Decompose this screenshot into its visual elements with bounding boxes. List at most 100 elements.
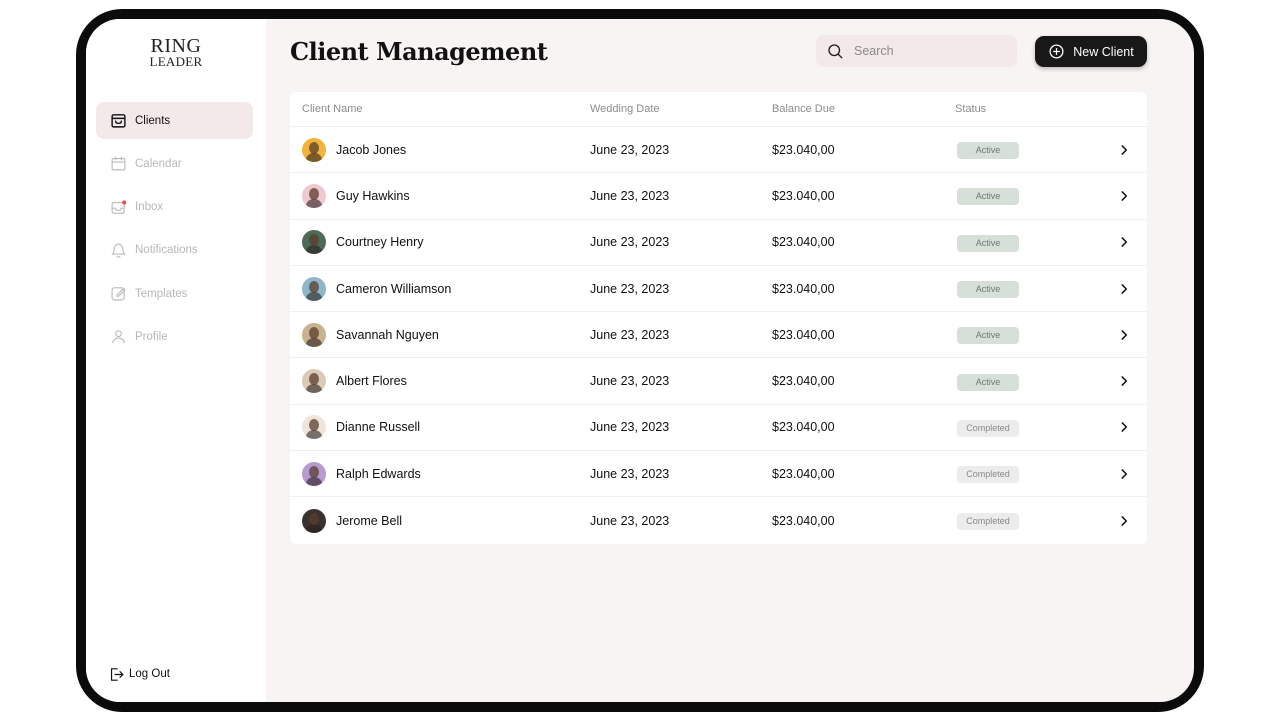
page-title: Client Management (290, 37, 548, 66)
sidebar-item-label: Clients (135, 114, 171, 127)
wedding-date: June 23, 2023 (590, 281, 670, 296)
status-badge: Completed (957, 513, 1019, 531)
column-header-wedding-date: Wedding Date (590, 103, 660, 115)
sidebar-item-label: Inbox (135, 201, 164, 214)
avatar (302, 276, 326, 301)
client-name-cell: Ralph Edwards (290, 461, 590, 486)
wedding-date: June 23, 2023 (590, 235, 670, 250)
inbox-icon (109, 198, 127, 216)
balance-due: $23.040,00 (772, 374, 835, 389)
sidebar-item-templates[interactable]: Templates (96, 275, 253, 312)
logout-icon (107, 665, 125, 683)
status-cell: Active (955, 233, 1105, 252)
table-row[interactable]: Cameron Williamson June 23, 2023 $23.040… (290, 266, 1147, 313)
status-cell: Active (955, 186, 1105, 206)
table-row[interactable]: Dianne Russell June 23, 2023 $23.040,00 … (290, 405, 1147, 452)
client-name: Guy Hawkins (336, 188, 410, 203)
wedding-date: June 23, 2023 (590, 188, 670, 203)
sidebar-item-label: Calendar (135, 157, 182, 170)
client-name-cell: Jerome Bell (290, 508, 590, 533)
table-row[interactable]: Guy Hawkins June 23, 2023 $23.040,00 Act… (290, 173, 1147, 220)
logout-label: Log Out (129, 668, 170, 680)
app-screen: RING LEADER Clients Calendar Inbox Notif… (86, 19, 1194, 702)
table-body: Jacob Jones June 23, 2023 $23.040,00 Act… (290, 127, 1147, 544)
chevron-right-icon[interactable] (1117, 189, 1131, 203)
chevron-right-icon[interactable] (1117, 420, 1131, 434)
client-name-cell: Savannah Nguyen (290, 322, 590, 347)
sidebar: RING LEADER Clients Calendar Inbox Notif… (86, 19, 266, 702)
sidebar-item-inbox[interactable]: Inbox (96, 189, 253, 226)
sidebar-item-profile[interactable]: Profile (96, 318, 253, 355)
status-cell: Active (955, 140, 1105, 160)
sidebar-item-label: Profile (135, 330, 168, 343)
client-name: Dianne Russell (336, 420, 421, 435)
status-badge: Active (957, 373, 1019, 391)
client-name: Courtney Henry (336, 235, 424, 250)
balance-due: $23.040,00 (772, 142, 835, 157)
new-client-button[interactable]: New Client (1035, 36, 1147, 67)
client-name: Cameron Williamson (336, 281, 452, 296)
balance-due: $23.040,00 (772, 466, 835, 481)
status-badge: Completed (957, 419, 1019, 437)
avatar (302, 415, 326, 440)
bell-icon (109, 241, 127, 259)
sidebar-item-label: Templates (135, 287, 188, 300)
avatar (302, 322, 326, 347)
client-name: Albert Flores (336, 374, 407, 389)
wedding-date: June 23, 2023 (590, 327, 670, 342)
wedding-date: June 23, 2023 (590, 466, 670, 481)
logo-line-1: RING (150, 35, 202, 57)
balance-due: $23.040,00 (772, 281, 835, 296)
chevron-right-icon[interactable] (1117, 143, 1131, 157)
client-name-cell: Albert Flores (290, 369, 590, 394)
avatar (302, 369, 326, 394)
client-name-cell: Courtney Henry (290, 230, 590, 255)
table-row[interactable]: Courtney Henry June 23, 2023 $23.040,00 … (290, 220, 1147, 266)
chevron-right-icon[interactable] (1117, 514, 1131, 528)
client-name: Jerome Bell (336, 513, 402, 528)
status-cell: Active (955, 325, 1105, 345)
status-badge: Active (957, 281, 1019, 299)
chevron-right-icon[interactable] (1117, 328, 1131, 342)
table-row[interactable]: Albert Flores June 23, 2023 $23.040,00 A… (290, 358, 1147, 405)
chevron-right-icon[interactable] (1117, 282, 1131, 296)
status-cell: Active (955, 372, 1105, 391)
wedding-date: June 23, 2023 (590, 420, 670, 435)
table-row[interactable]: Ralph Edwards June 23, 2023 $23.040,00 C… (290, 451, 1147, 498)
avatar (302, 508, 326, 533)
status-badge: Completed (957, 466, 1019, 484)
search-input[interactable] (852, 43, 1006, 59)
search-box[interactable] (816, 35, 1017, 67)
avatar (302, 230, 326, 255)
logout-button[interactable]: Log Out (107, 665, 170, 683)
table-row[interactable]: Jerome Bell June 23, 2023 $23.040,00 Com… (290, 497, 1147, 543)
avatar (302, 137, 326, 162)
table-header: Client Name Wedding Date Balance Due Sta… (290, 92, 1147, 127)
balance-due: $23.040,00 (772, 235, 835, 250)
logo-line-2: LEADER (149, 54, 203, 69)
chevron-right-icon[interactable] (1117, 235, 1131, 249)
status-cell: Completed (955, 418, 1105, 437)
avatar (302, 183, 326, 208)
table-row[interactable]: Savannah Nguyen June 23, 2023 $23.040,00… (290, 312, 1147, 359)
client-name: Ralph Edwards (336, 466, 421, 481)
sidebar-item-notifications[interactable]: Notifications (96, 232, 253, 269)
clients-table: Client Name Wedding Date Balance Due Sta… (290, 92, 1147, 544)
client-name-cell: Jacob Jones (290, 137, 590, 162)
balance-due: $23.040,00 (772, 513, 835, 528)
chevron-right-icon[interactable] (1117, 374, 1131, 388)
chevron-right-icon[interactable] (1117, 467, 1131, 481)
column-header-status: Status (955, 103, 987, 115)
client-name-cell: Dianne Russell (290, 415, 590, 440)
status-cell: Completed (955, 464, 1105, 484)
table-row[interactable]: Jacob Jones June 23, 2023 $23.040,00 Act… (290, 127, 1147, 174)
status-badge: Active (957, 234, 1019, 252)
client-name-cell: Guy Hawkins (290, 183, 590, 208)
sidebar-item-label: Notifications (135, 244, 198, 257)
balance-due: $23.040,00 (772, 420, 835, 435)
wedding-date: June 23, 2023 (590, 374, 670, 389)
sidebar-nav: Clients Calendar Inbox Notifications Tem… (96, 102, 253, 362)
sidebar-item-clients[interactable]: Clients (96, 102, 253, 139)
sidebar-item-calendar[interactable]: Calendar (96, 145, 253, 182)
status-badge: Active (957, 142, 1019, 160)
